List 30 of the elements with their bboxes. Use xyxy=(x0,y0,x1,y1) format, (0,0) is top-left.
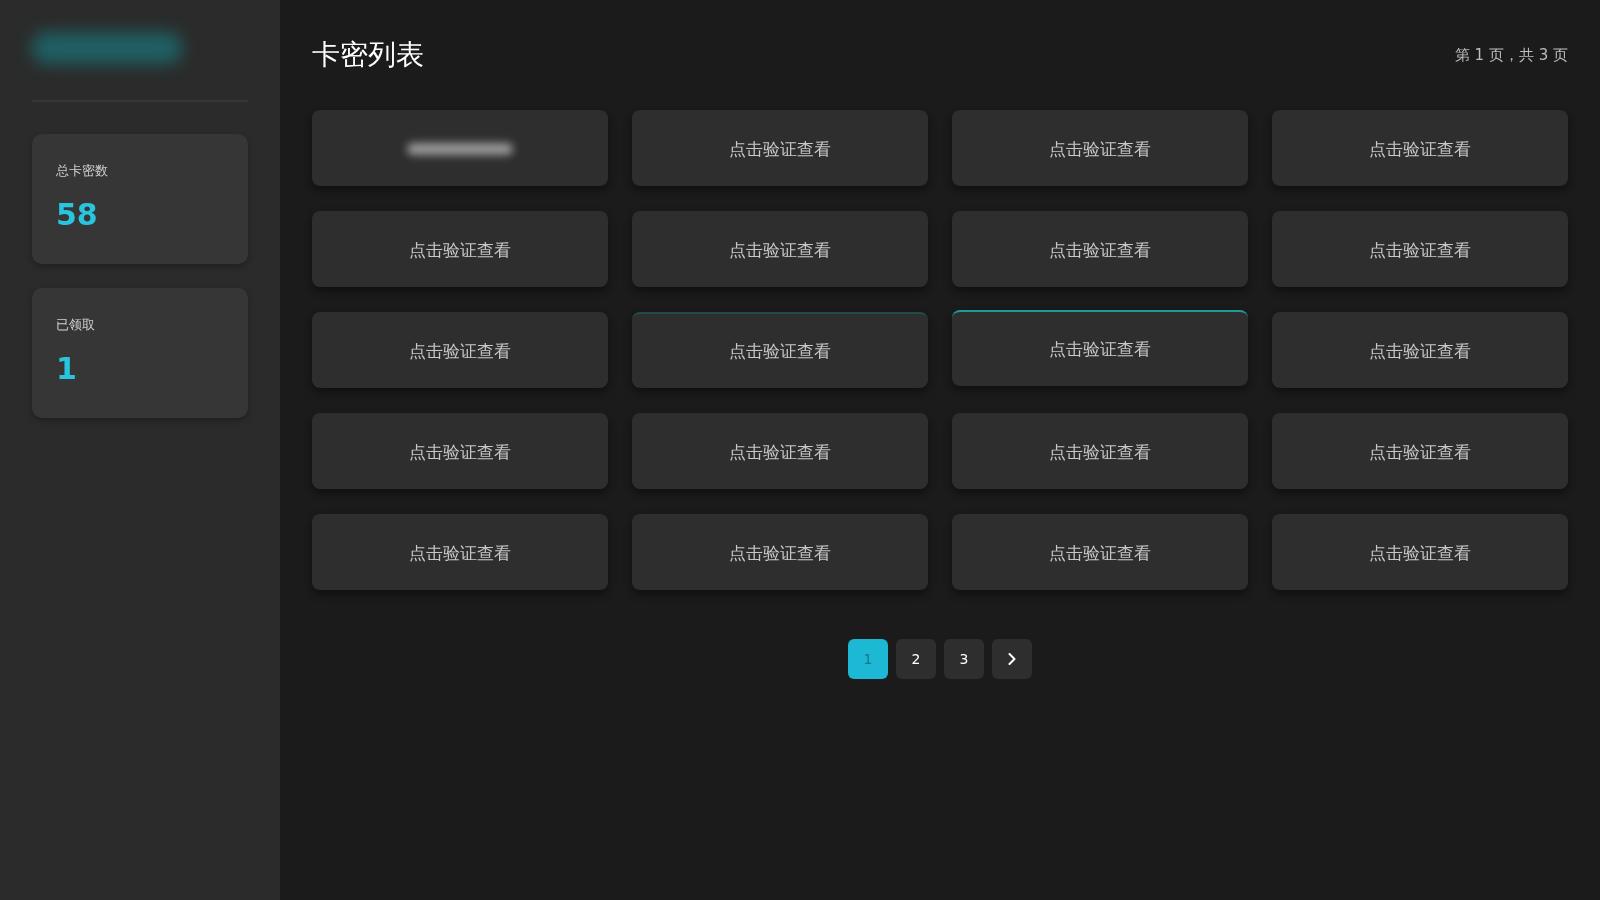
card-button[interactable]: 点击验证查看 xyxy=(312,413,608,489)
card-button[interactable]: 点击验证查看 xyxy=(1272,413,1568,489)
card-button[interactable]: 点击验证查看 xyxy=(632,413,928,489)
stat-value: 58 xyxy=(56,198,98,231)
card-button[interactable]: 点击验证查看 xyxy=(312,514,608,590)
revealed-card[interactable] xyxy=(312,110,608,186)
stat-label: 已领取 xyxy=(56,316,95,334)
chevron-right-icon xyxy=(1008,653,1016,665)
card-button[interactable]: 点击验证查看 xyxy=(1272,110,1568,186)
card-button[interactable]: 点击验证查看 xyxy=(952,310,1248,386)
card-button[interactable]: 点击验证查看 xyxy=(632,110,928,186)
next-page-button[interactable] xyxy=(992,639,1032,679)
stat-label: 总卡密数 xyxy=(56,162,108,180)
card-button[interactable]: 点击验证查看 xyxy=(1272,211,1568,287)
card-button[interactable]: 点击验证查看 xyxy=(952,110,1248,186)
page-button[interactable]: 2 xyxy=(896,639,936,679)
card-button[interactable]: 点击验证查看 xyxy=(952,211,1248,287)
card-button[interactable]: 点击验证查看 xyxy=(952,514,1248,590)
page-button[interactable]: 3 xyxy=(944,639,984,679)
card-button[interactable]: 点击验证查看 xyxy=(952,413,1248,489)
page-info: 第 1 页，共 3 页 xyxy=(1454,45,1568,65)
card-button[interactable]: 点击验证查看 xyxy=(1272,312,1568,388)
card-button[interactable]: 点击验证查看 xyxy=(312,312,608,388)
card-button[interactable]: 点击验证查看 xyxy=(632,211,928,287)
card-button[interactable]: 点击验证查看 xyxy=(632,514,928,590)
stat-value: 1 xyxy=(56,352,77,385)
card-button[interactable]: 点击验证查看 xyxy=(632,312,928,388)
page-title: 卡密列表 xyxy=(312,37,424,73)
card-button[interactable]: 点击验证查看 xyxy=(1272,514,1568,590)
card-button[interactable]: 点击验证查看 xyxy=(312,211,608,287)
